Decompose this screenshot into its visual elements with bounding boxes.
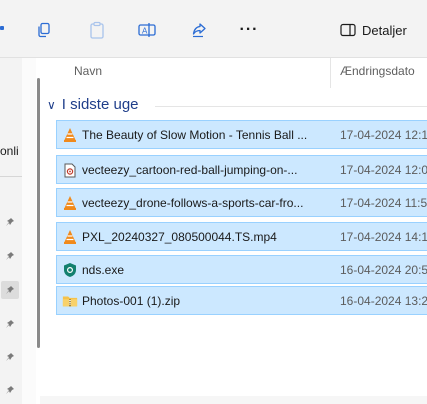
vlc-icon [62, 195, 78, 211]
zip-folder-icon [62, 293, 78, 309]
vlc-icon [62, 127, 78, 143]
file-row[interactable]: Photos-001 (1).zip 16-04-2024 13:2 [56, 286, 427, 315]
copy-button[interactable] [31, 17, 57, 43]
navigation-pane: onli [0, 58, 22, 404]
details-label: Detaljer [362, 22, 407, 38]
file-name: nds.exe [82, 263, 125, 277]
nav-scrollbar[interactable] [37, 78, 40, 348]
group-separator [155, 106, 427, 107]
file-date: 16-04-2024 13:2 [340, 294, 427, 308]
vlc-icon [62, 229, 78, 245]
pin-icon[interactable] [4, 318, 16, 330]
more-options-button[interactable]: ··· [236, 17, 262, 43]
details-pane-icon [340, 23, 356, 37]
file-row[interactable]: nds.exe 16-04-2024 20:5 [56, 255, 427, 284]
share-button[interactable] [186, 17, 212, 43]
pin-icon[interactable] [4, 216, 16, 228]
pin-icon[interactable] [4, 351, 16, 363]
pin-icon[interactable] [4, 384, 16, 396]
nav-divider [0, 176, 22, 177]
file-name: The Beauty of Slow Motion - Tennis Ball … [82, 128, 308, 142]
file-row[interactable]: vecteezy_drone-follows-a-sports-car-fro.… [56, 188, 427, 217]
file-date: 17-04-2024 12:0 [340, 163, 427, 177]
file-name: vecteezy_cartoon-red-ball-jumping-on-... [82, 163, 298, 177]
chevron-down-icon: ∨ [47, 97, 56, 112]
column-divider[interactable] [330, 58, 331, 88]
pin-icon[interactable] [4, 250, 16, 262]
file-date: 16-04-2024 20:5 [340, 263, 427, 277]
clipboard-icon [90, 21, 104, 39]
file-date: 17-04-2024 14:1 [340, 230, 427, 244]
column-header-modified[interactable]: Ændringsdato [340, 64, 415, 78]
paste-button[interactable] [84, 17, 110, 43]
file-name: PXL_20240327_080500044.TS.mp4 [82, 230, 277, 244]
file-row[interactable]: vecteezy_cartoon-red-ball-jumping-on-...… [56, 155, 427, 184]
shield-exe-icon [62, 262, 78, 278]
pin-icon[interactable] [1, 281, 19, 299]
rename-button[interactable]: A [134, 17, 160, 43]
file-date: 17-04-2024 11:5 [340, 196, 427, 210]
group-header[interactable]: ∨ I sidste uge [47, 96, 139, 113]
nav-item-onedrive-label[interactable]: onli [0, 144, 19, 158]
video-file-icon [62, 162, 78, 178]
svg-text:A: A [142, 27, 148, 36]
details-pane-button[interactable]: Detaljer [340, 17, 407, 43]
horizontal-scrollbar[interactable] [40, 396, 427, 404]
file-name: Photos-001 (1).zip [82, 294, 181, 308]
pane-splitter[interactable] [22, 58, 36, 404]
share-icon [192, 23, 206, 38]
copy-icon [38, 22, 50, 38]
file-date: 17-04-2024 12:1 [340, 128, 427, 142]
file-row[interactable]: The Beauty of Slow Motion - Tennis Ball … [56, 120, 427, 149]
command-bar: A ··· Detaljer [0, 0, 427, 58]
rename-icon: A [138, 23, 156, 37]
file-row[interactable]: PXL_20240327_080500044.TS.mp4 17-04-2024… [56, 222, 427, 251]
group-label: I sidste uge [61, 96, 139, 113]
column-header-name[interactable]: Navn [74, 64, 102, 78]
file-name: vecteezy_drone-follows-a-sports-car-fro.… [82, 196, 304, 210]
cut-icon[interactable] [0, 26, 4, 30]
